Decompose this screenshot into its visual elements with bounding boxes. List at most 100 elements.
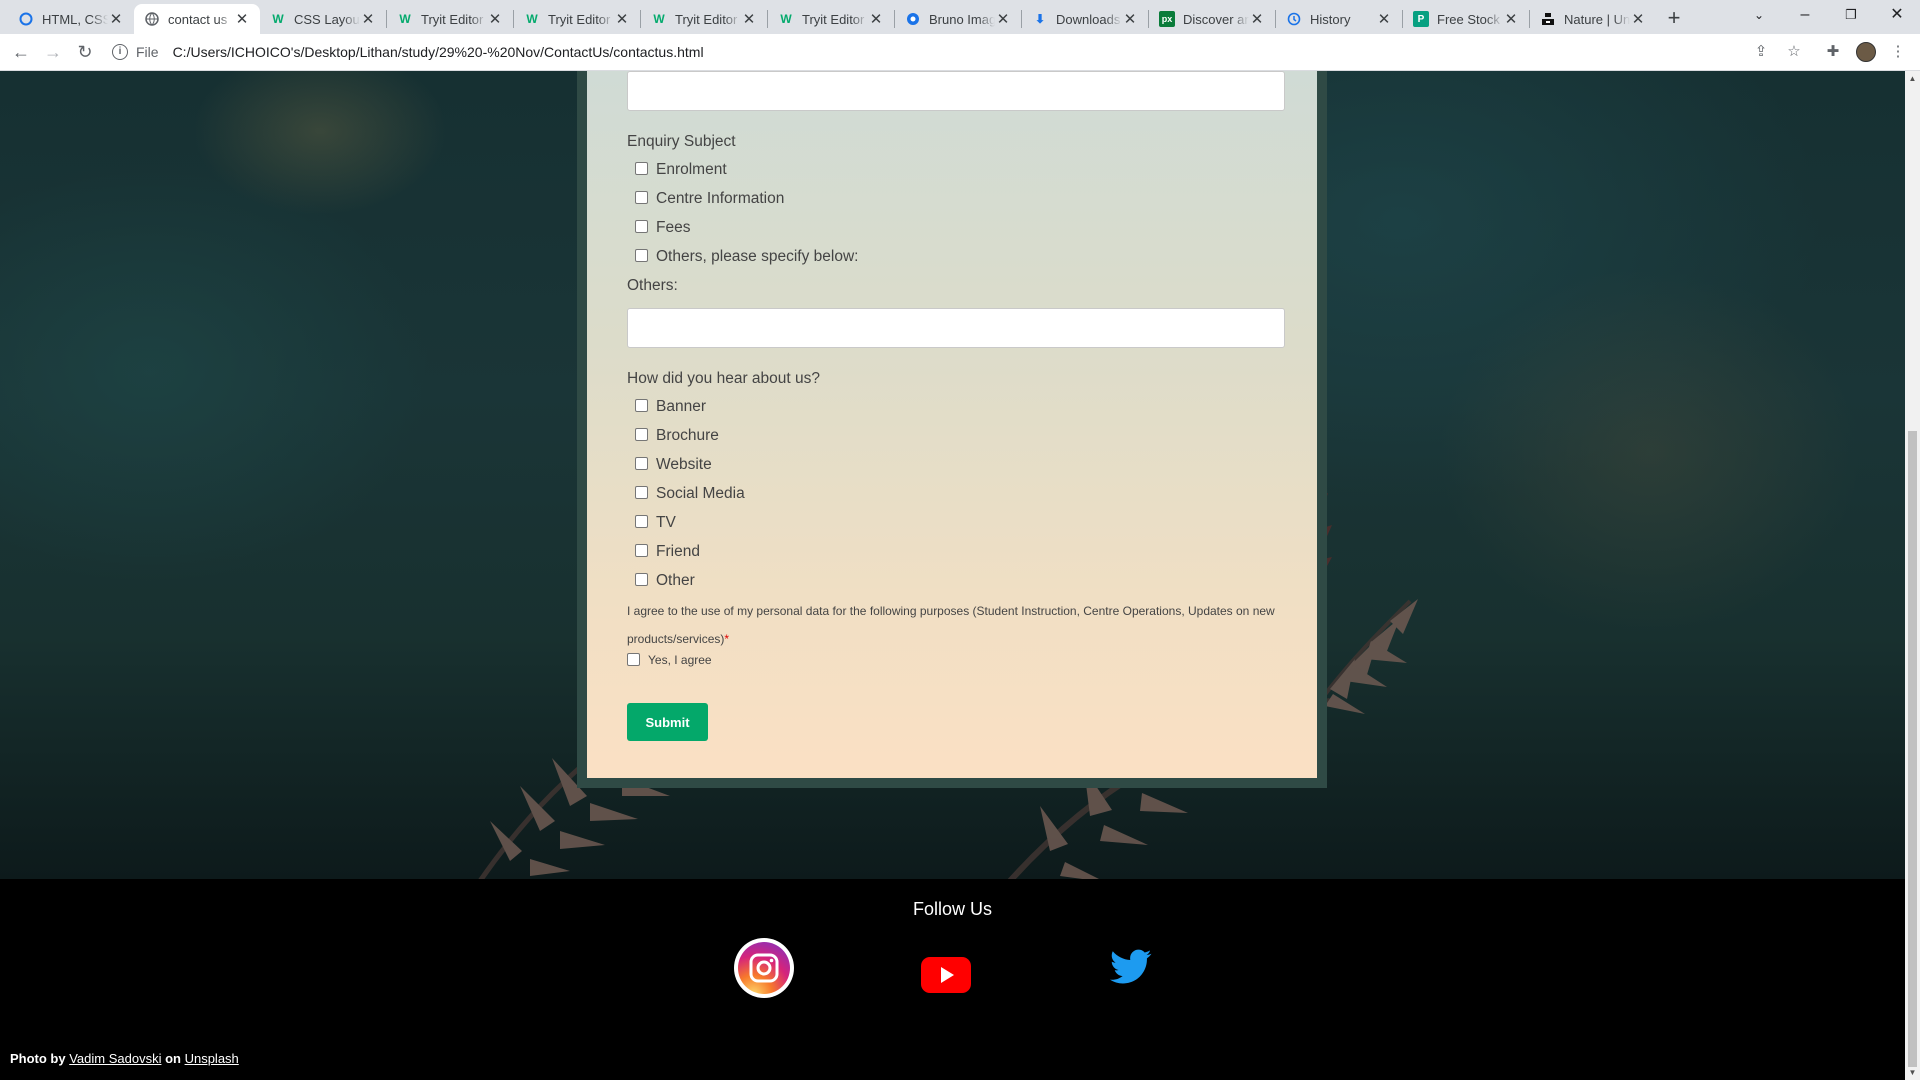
menu-kebab-icon[interactable]: ⋮ — [1888, 42, 1908, 62]
checkbox-label: Enrolment — [656, 161, 727, 178]
checkbox[interactable] — [635, 220, 648, 233]
checkbox[interactable] — [635, 428, 648, 441]
hear-option-social-media[interactable]: Social Media — [635, 485, 745, 503]
credit-author-link[interactable]: Vadim Sadovski — [69, 1051, 161, 1066]
url-scheme-label: File — [136, 44, 159, 60]
tab-0[interactable]: HTML, CSS and... ✕ — [8, 4, 134, 34]
checkbox[interactable] — [635, 544, 648, 557]
tab-title: Tryit Editor v3... — [675, 11, 741, 27]
twitter-icon[interactable] — [1110, 949, 1152, 985]
close-icon[interactable]: ✕ — [360, 10, 376, 28]
new-tab-button[interactable]: + — [1660, 4, 1688, 32]
tab-10[interactable]: History ✕ — [1276, 4, 1402, 34]
close-icon[interactable]: ✕ — [1249, 10, 1265, 28]
hear-option-other[interactable]: Other — [635, 572, 695, 590]
restore-button[interactable]: ❐ — [1828, 0, 1874, 30]
info-icon[interactable]: i — [112, 44, 128, 60]
bookmark-star-icon[interactable]: ☆ — [1784, 42, 1804, 62]
others-input[interactable] — [627, 308, 1285, 348]
enquiry-option-enrolment[interactable]: Enrolment — [635, 161, 727, 179]
checkbox[interactable] — [635, 573, 648, 586]
youtube-icon[interactable] — [921, 957, 971, 993]
checkbox[interactable] — [635, 399, 648, 412]
tab-title: Tryit Editor v3... — [548, 11, 614, 27]
address-bar[interactable]: i File C:/Users/ICHOICO's/Desktop/Lithan… — [112, 38, 1752, 66]
tab-5[interactable]: W Tryit Editor v3... ✕ — [641, 4, 767, 34]
minimize-button[interactable]: – — [1782, 0, 1828, 30]
tab-7[interactable]: Bruno Images... ✕ — [895, 4, 1021, 34]
px-icon: px — [1159, 11, 1175, 27]
checkbox-label: TV — [656, 514, 676, 531]
previous-text-field[interactable] — [627, 71, 1285, 111]
tab-title: History — [1310, 11, 1351, 27]
tab-4[interactable]: W Tryit Editor v3... ✕ — [514, 4, 640, 34]
close-window-button[interactable]: ✕ — [1874, 0, 1920, 30]
page-scrollbar[interactable]: ▲ ▼ — [1905, 71, 1920, 1080]
close-icon[interactable]: ✕ — [1630, 10, 1646, 28]
scrollbar-thumb[interactable] — [1908, 431, 1917, 1067]
tab-12[interactable]: Nature | Unspl... ✕ — [1530, 4, 1656, 34]
checkbox-label: Website — [656, 456, 712, 473]
enquiry-subject-label: Enquiry Subject — [627, 133, 736, 150]
credit-site-link[interactable]: Unsplash — [185, 1051, 239, 1066]
tab-title: contact us — [168, 11, 228, 27]
tab-11[interactable]: P Free Stock Ph... ✕ — [1403, 4, 1529, 34]
extensions-puzzle-icon[interactable]: ✚ — [1823, 42, 1843, 62]
close-icon[interactable]: ✕ — [741, 10, 757, 28]
history-icon — [1286, 11, 1302, 27]
reload-icon[interactable]: ↻ — [73, 40, 97, 64]
enquiry-option-others[interactable]: Others, please specify below: — [635, 248, 858, 266]
tab-title: Bruno Images... — [929, 11, 995, 27]
scroll-down-arrow-icon[interactable]: ▼ — [1905, 1065, 1920, 1080]
close-icon[interactable]: ✕ — [995, 10, 1011, 28]
close-icon[interactable]: ✕ — [234, 10, 250, 28]
bruno-icon — [905, 11, 921, 27]
tab-search-button[interactable]: ⌄ — [1736, 0, 1782, 30]
close-icon[interactable]: ✕ — [1376, 10, 1392, 28]
tab-9[interactable]: px Discover and... ✕ — [1149, 4, 1275, 34]
close-icon[interactable]: ✕ — [108, 10, 124, 28]
submit-button[interactable]: Submit — [627, 703, 708, 741]
tab-8[interactable]: ⬇ Downloads ✕ — [1022, 4, 1148, 34]
close-icon[interactable]: ✕ — [487, 10, 503, 28]
enquiry-option-fees[interactable]: Fees — [635, 219, 690, 237]
checkbox[interactable] — [635, 515, 648, 528]
hear-option-tv[interactable]: TV — [635, 514, 676, 532]
tab-3[interactable]: W Tryit Editor v3... ✕ — [387, 4, 513, 34]
tab-1[interactable]: contact us ✕ — [134, 4, 260, 34]
tab-6[interactable]: W Tryit Editor v3... ✕ — [768, 4, 894, 34]
browser-toolbar: ← → ↻ i File C:/Users/ICHOICO's/Desktop/… — [0, 34, 1920, 71]
pexels-icon: P — [1413, 11, 1429, 27]
checkbox[interactable] — [627, 652, 640, 666]
hear-option-banner[interactable]: Banner — [635, 398, 706, 416]
checkbox[interactable] — [635, 486, 648, 499]
forward-arrow-icon[interactable]: → — [41, 40, 65, 64]
close-icon[interactable]: ✕ — [614, 10, 630, 28]
tab-title: Discover and... — [1183, 11, 1249, 27]
hear-option-friend[interactable]: Friend — [635, 543, 700, 561]
checkbox[interactable] — [635, 249, 648, 262]
tab-title: Tryit Editor v3... — [421, 11, 487, 27]
tab-2[interactable]: W CSS Layout - ... ✕ — [260, 4, 386, 34]
checkbox[interactable] — [635, 162, 648, 175]
share-icon[interactable]: ⇪ — [1751, 42, 1771, 62]
footer: Follow Us Photo by Vadim Sadovski on Uns… — [0, 879, 1905, 1080]
hear-option-brochure[interactable]: Brochure — [635, 427, 719, 445]
close-icon[interactable]: ✕ — [1503, 10, 1519, 28]
hear-option-website[interactable]: Website — [635, 456, 712, 474]
checkbox[interactable] — [635, 191, 648, 204]
checkbox[interactable] — [635, 457, 648, 470]
close-icon[interactable]: ✕ — [868, 10, 884, 28]
checkbox-label: Fees — [656, 219, 691, 236]
profile-avatar[interactable] — [1856, 42, 1876, 62]
back-arrow-icon[interactable]: ← — [9, 40, 33, 64]
close-icon[interactable]: ✕ — [1122, 10, 1138, 28]
agree-checkbox-row[interactable]: Yes, I agree — [627, 652, 712, 667]
scroll-up-arrow-icon[interactable]: ▲ — [1905, 71, 1920, 86]
url-text[interactable]: C:/Users/ICHOICO's/Desktop/Lithan/study/… — [173, 44, 704, 60]
globe-icon — [144, 11, 160, 27]
checkbox-label: Brochure — [656, 427, 719, 444]
instagram-icon[interactable] — [733, 937, 795, 999]
enquiry-option-centre-information[interactable]: Centre Information — [635, 190, 784, 208]
w3schools-icon: W — [780, 12, 792, 26]
